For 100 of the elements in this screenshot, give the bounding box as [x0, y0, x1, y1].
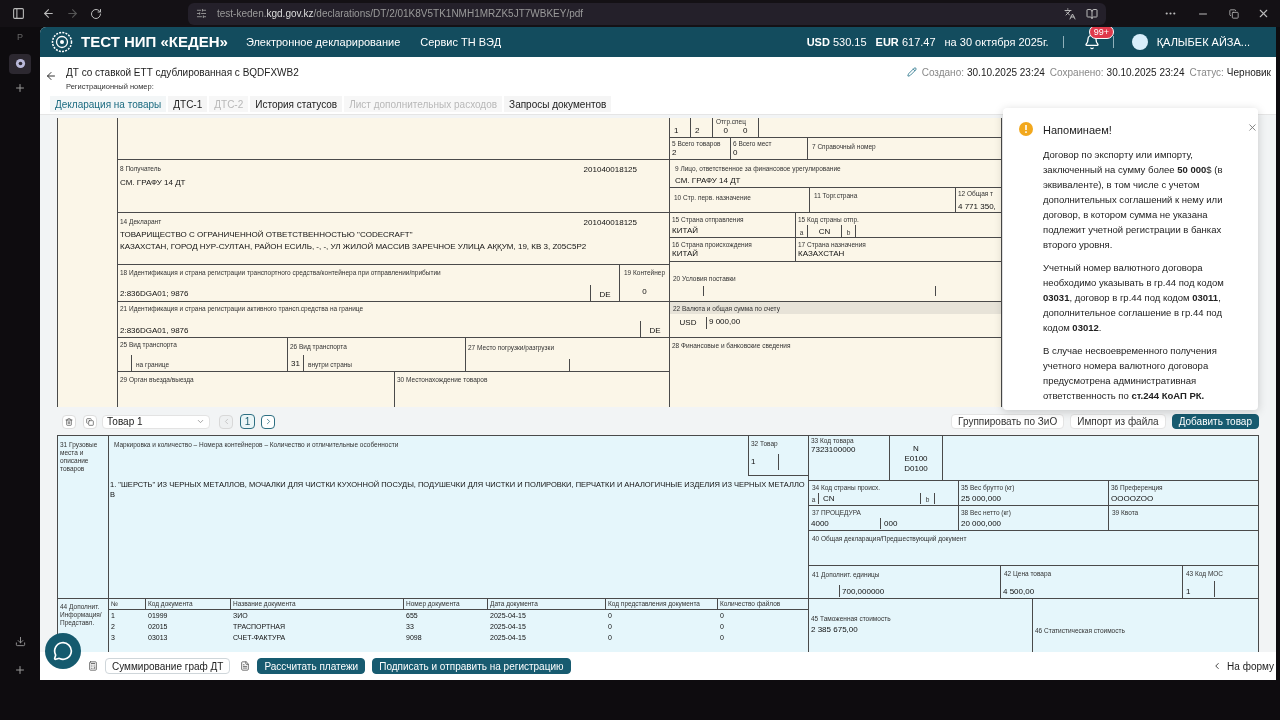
- field-value: E0100: [904, 454, 928, 464]
- field-value: CN: [823, 494, 835, 504]
- field-value: 0: [642, 287, 647, 297]
- app-tab-icon[interactable]: [9, 53, 31, 74]
- nav-link[interactable]: Электронное декларирование: [245, 33, 401, 51]
- field-value: 2: [695, 126, 700, 136]
- field-value: 2:836DGA01, 9876: [119, 326, 190, 337]
- field-value: 2:836DGA01; 9876: [119, 289, 190, 300]
- field-value: ТОВАРИЩЕСТВО С ОГРАНИЧЕННОЙ ОТВЕТСТВЕННОСТЬЮ "CODECRAFT": [120, 230, 414, 240]
- toast-paragraph: В случае несвоевременного получения учетного номера валютного договора предусмотрена административная ответственность по ст.244 КоАП РК.: [1043, 343, 1218, 403]
- field-value: СМ. ГРАФУ 14 ДТ: [120, 178, 187, 188]
- field-value: 000: [883, 519, 899, 529]
- field-value: 0: [723, 126, 728, 136]
- field-value: 20 000,000: [961, 519, 1003, 529]
- field-value: 7323100000: [811, 445, 857, 455]
- tab[interactable]: ДТС-1: [168, 96, 208, 113]
- edit-icon[interactable]: [906, 67, 917, 77]
- add-icon[interactable]: [14, 664, 26, 676]
- document-title: ДТ со ставкой ЕТТ сдублированная с BQDFXWB2: [66, 65, 299, 80]
- reload-icon[interactable]: [90, 7, 102, 20]
- close-icon[interactable]: [1257, 7, 1270, 20]
- site-info-icon[interactable]: [196, 8, 207, 19]
- field-value: КАЗАХСТАН: [798, 249, 846, 259]
- trash-icon: [65, 417, 73, 426]
- action-button[interactable]: Добавить товар: [1171, 414, 1259, 429]
- field-value: 0: [733, 148, 739, 158]
- chevron-down-icon: [196, 417, 205, 426]
- user-avatar[interactable]: [1131, 34, 1148, 50]
- notification-badge: 99+: [1088, 27, 1114, 39]
- action-button[interactable]: Импорт из файла: [1070, 414, 1166, 429]
- field-value: КИТАЙ: [672, 249, 700, 259]
- footer-button[interactable]: Рассчитать платежи: [257, 658, 366, 674]
- document-icon[interactable]: [240, 661, 251, 671]
- add-tab-icon[interactable]: [14, 81, 26, 94]
- copy-button[interactable]: [83, 414, 97, 429]
- action-button[interactable]: Группировать по ЗиО: [951, 414, 1065, 429]
- page-button[interactable]: 1: [240, 414, 255, 429]
- field-value: D0100: [904, 464, 928, 474]
- meta-value: 30.10.2025 23:24: [967, 65, 1045, 80]
- field-value: 1: [751, 456, 756, 467]
- field-value: 700,000000: [842, 587, 885, 597]
- rate-date: на 30 октября 2025г.: [944, 34, 1049, 50]
- calculator-icon[interactable]: [88, 661, 98, 671]
- field-value: N: [913, 444, 919, 454]
- field-value: 1: [674, 126, 679, 136]
- field-value: СМ. ГРАФУ 14 ДТ: [675, 176, 742, 186]
- meta-label: Создано:: [921, 65, 964, 80]
- meta-label: Сохранено:: [1049, 65, 1104, 80]
- field-value: DE: [649, 326, 661, 336]
- field-value: 9 000,00: [708, 317, 741, 328]
- address-bar[interactable]: test-keden.kgd.gov.kz/declarations/DT/2/01K8V5TK1NMH1MRZK5JT7WBKEY/pdf: [188, 2, 1106, 25]
- field-value: CN: [818, 227, 831, 237]
- brand-title: ТЕСТ НИП «КЕДЕН»: [81, 31, 228, 52]
- next-page-button[interactable]: [261, 414, 275, 429]
- emblem-logo: [51, 31, 73, 53]
- toast-paragraph: Учетный номер валютного договора необходимо указывать в гр.44 под кодом 03031, договор в гр.44 под кодом 03011, дополнительное соглашение в гр.44 под кодом 03012.: [1043, 260, 1225, 335]
- profile-letter[interactable]: P: [17, 31, 23, 45]
- item-select[interactable]: Товар 1: [102, 414, 210, 429]
- delete-button[interactable]: [62, 414, 76, 429]
- field-value: 4 500,00: [1002, 587, 1036, 597]
- back-to-form-link[interactable]: На форму: [1212, 658, 1274, 674]
- field-value: OOOOZOO: [1111, 494, 1155, 504]
- warning-icon: [1019, 122, 1033, 136]
- field-value: 0: [743, 126, 748, 136]
- sidebar-toggle-icon[interactable]: [12, 7, 25, 20]
- field-value: USD: [679, 318, 697, 328]
- tab[interactable]: Декларация на товары: [50, 96, 167, 113]
- field-value: 1: [1186, 587, 1191, 597]
- field-value: 4 771 350,: [958, 202, 997, 212]
- translate-icon[interactable]: [1064, 7, 1076, 20]
- chat-icon: [53, 641, 73, 661]
- meta-value: Черновик: [1226, 65, 1271, 80]
- footer-button[interactable]: Суммирование граф ДТ: [105, 658, 231, 674]
- field-value: КАЗАХСТАН, ГОРОД НУР-СУЛТАН, РАЙОН ЕСИЛЬ, -, -, УЛ ЖИЛОЙ МАССИВ ЗАРЕЧНОЕ УЛИЦА АҚҚУМ, 19, КВ 3, Z05C5P2: [120, 242, 588, 252]
- field-value: 2: [672, 148, 678, 158]
- back-arrow-icon[interactable]: [45, 70, 57, 82]
- tab[interactable]: История статусов: [250, 96, 343, 113]
- notification-icon[interactable]: [1083, 34, 1100, 50]
- user-name[interactable]: ҚАЛЫБЕК АЙЗА...: [1156, 33, 1250, 51]
- exchange-rate: USD 530.15: [806, 34, 867, 50]
- footer-button[interactable]: Подписать и отправить на регистрацию: [372, 658, 571, 674]
- meta-label: Статус:: [1189, 65, 1224, 80]
- nav-link[interactable]: Сервис ТН ВЭД: [420, 33, 502, 51]
- download-icon[interactable]: [14, 636, 26, 647]
- toast-paragraph: Договор по экспорту или импорту, заключенный на сумму более 50 000$ (в эквиваленте), в том числе с учетом дополнительных соглашений к нему или договор, в котором сумма не указана подлежит учетной регистрации в банках второго уровня.: [1043, 147, 1224, 252]
- restore-icon[interactable]: [1229, 8, 1239, 19]
- url-text: test-keden.kgd.gov.kz/declarations/DT/2/01K8V5TK1NMH1MRZK5JT7WBKEY/pdf: [217, 7, 584, 21]
- forward-icon[interactable]: [66, 7, 79, 20]
- back-icon[interactable]: [42, 7, 55, 20]
- reader-icon[interactable]: [1086, 7, 1098, 20]
- field-value: 31: [291, 359, 300, 369]
- field-value: 201040018125: [583, 165, 637, 175]
- field-value: КИТАЙ: [672, 226, 700, 236]
- meta-value: 30.10.2025 23:24: [1106, 65, 1185, 80]
- exchange-rate: EUR 617.47: [875, 34, 936, 50]
- field-value: DE: [599, 290, 611, 300]
- field-value: 4000: [811, 519, 829, 529]
- field-value: 25 000,000: [961, 494, 1003, 504]
- field-value: 201040018125: [583, 218, 637, 228]
- tab[interactable]: Запросы документов: [504, 96, 612, 113]
